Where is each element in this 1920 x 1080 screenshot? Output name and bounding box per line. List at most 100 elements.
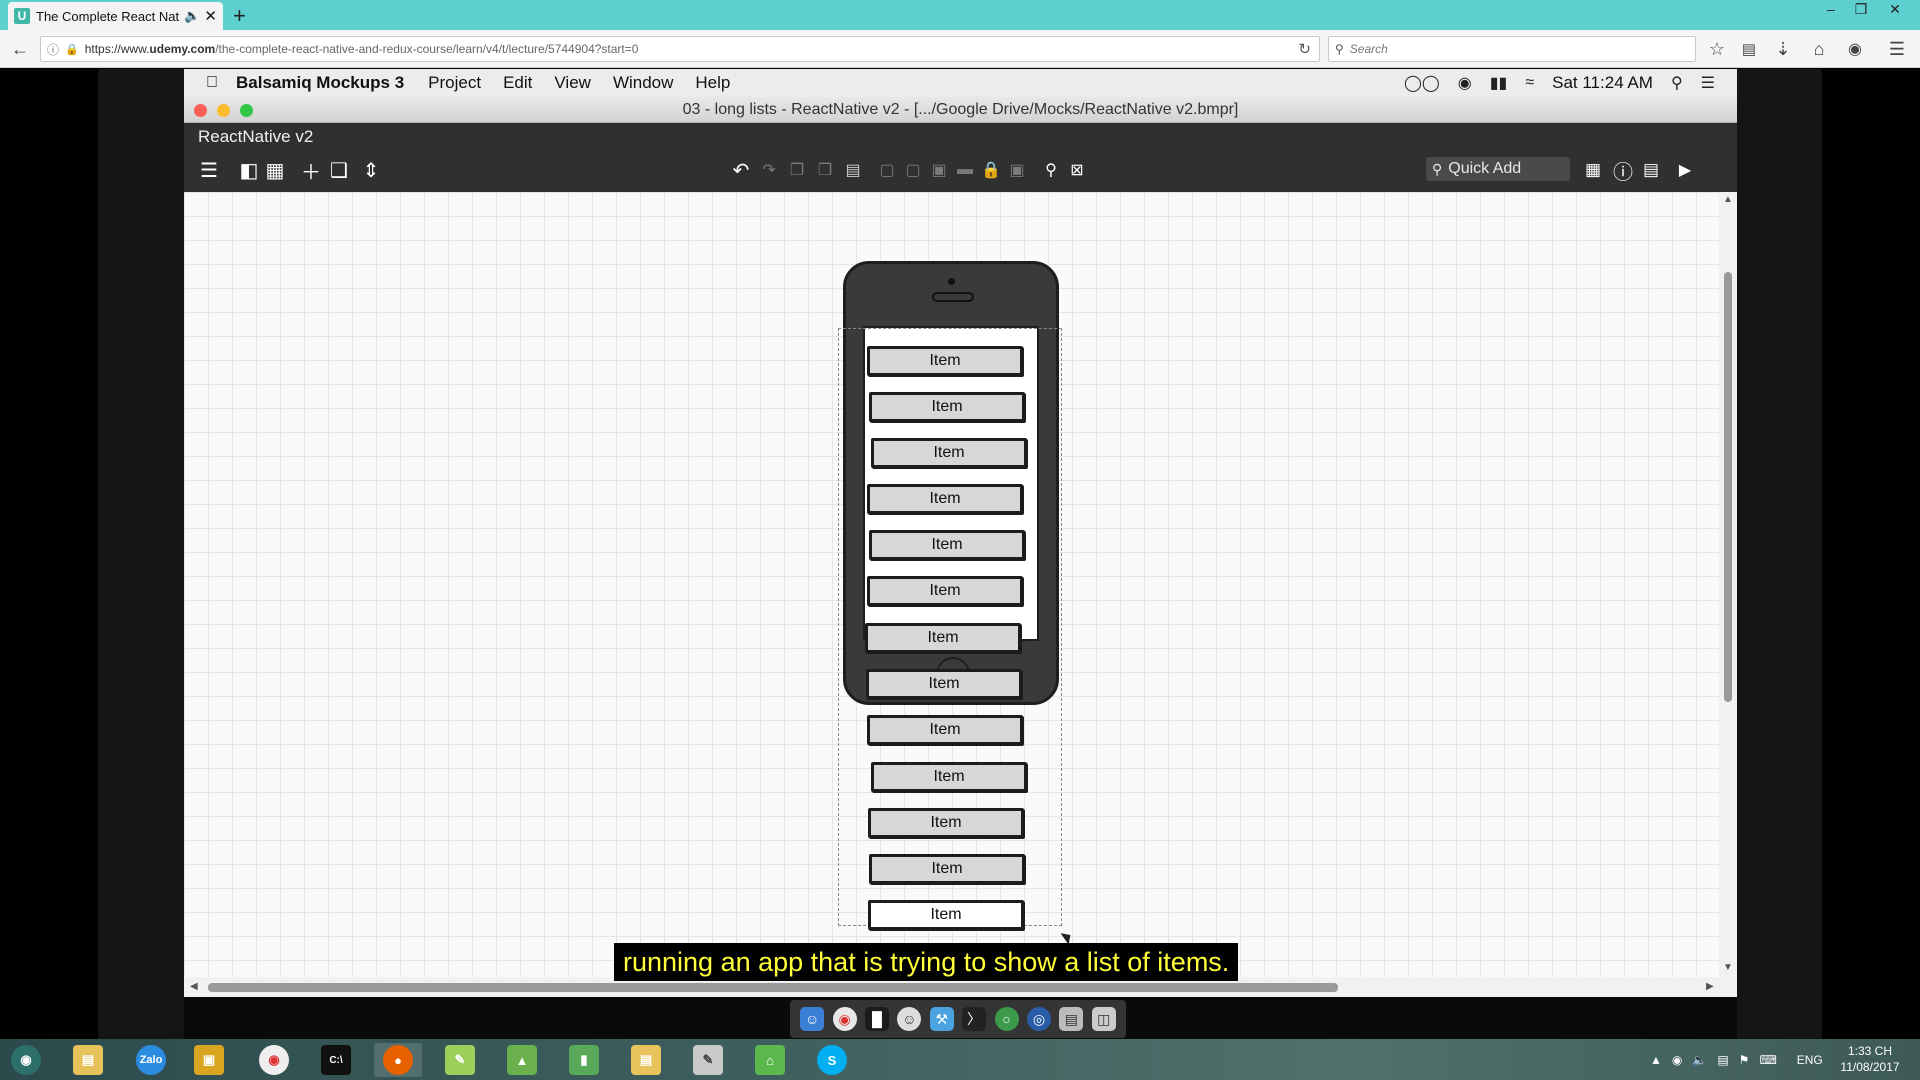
terminal-icon[interactable]: █	[864, 1007, 889, 1031]
list-item[interactable]: Item	[867, 576, 1023, 606]
menu-help[interactable]: Help	[695, 73, 730, 93]
horizontal-scroll-thumb[interactable]	[208, 983, 1338, 992]
app-icon[interactable]: ▮	[560, 1043, 608, 1077]
menu-edit[interactable]: Edit	[503, 73, 532, 93]
list-item[interactable]: Item	[868, 900, 1024, 930]
list-item[interactable]: Item	[871, 438, 1027, 468]
list-item[interactable]: Item	[867, 715, 1023, 745]
list-item[interactable]: Item	[869, 530, 1025, 560]
search-input[interactable]: ⚲ Search	[1328, 36, 1696, 62]
list-item[interactable]: Item	[868, 808, 1024, 838]
android-studio-icon[interactable]: ▲	[498, 1043, 546, 1077]
list-item[interactable]: Item	[866, 669, 1022, 699]
emoji-app-icon[interactable]: ☺	[897, 1007, 922, 1031]
house-app-icon[interactable]: ⌂	[746, 1043, 794, 1077]
record-icon[interactable]: ◉	[1458, 73, 1472, 93]
list-item[interactable]: Item	[867, 484, 1023, 514]
keyboard-icon[interactable]: ⌨	[1759, 1053, 1776, 1067]
restore-icon[interactable]: ❐	[1846, 0, 1876, 20]
list-item[interactable]: Item	[867, 346, 1023, 376]
menu-view[interactable]: View	[554, 73, 591, 93]
paste-icon[interactable]: ▤	[840, 157, 866, 183]
sort-icon[interactable]: ⇕	[358, 157, 384, 183]
vertical-scrollbar[interactable]: ▲ ▼	[1719, 192, 1737, 977]
fit-icon[interactable]: ⊠	[1064, 157, 1090, 183]
firefox-icon[interactable]: ●	[374, 1043, 422, 1077]
tab-audio-icon[interactable]: 🔈	[184, 8, 200, 24]
minimize-window-icon[interactable]	[217, 104, 230, 117]
list-item[interactable]: Item	[869, 854, 1025, 884]
tray-network-icon[interactable]: ▤	[1717, 1053, 1728, 1067]
vertical-scroll-thumb[interactable]	[1724, 272, 1732, 702]
menu-project[interactable]: Project	[428, 73, 481, 93]
file-explorer-icon[interactable]: ▤	[64, 1043, 112, 1077]
windows-start-icon[interactable]: ◉	[2, 1043, 50, 1077]
flag-icon[interactable]: ⚑	[1739, 1053, 1750, 1067]
lock-element-icon[interactable]: 🔒	[978, 157, 1004, 183]
zoom-window-icon[interactable]	[240, 104, 253, 117]
list-item[interactable]: Item	[871, 762, 1027, 792]
outlook-icon[interactable]: ▣	[185, 1043, 233, 1077]
spotlight-search-icon[interactable]: ⚲	[1671, 73, 1683, 93]
zoom-search-icon[interactable]: ⚲	[1038, 157, 1064, 183]
ungroup-icon[interactable]: ▢	[900, 157, 926, 183]
bookmark-star-icon[interactable]: ☆	[1704, 36, 1730, 62]
group-icon[interactable]: ▢	[874, 157, 900, 183]
app-name[interactable]: Balsamiq Mockups 3	[236, 73, 404, 93]
add-icon[interactable]: ＋	[298, 157, 324, 184]
chrome-taskbar-icon[interactable]: ◉	[250, 1043, 298, 1077]
scroll-up-icon[interactable]: ▲	[1723, 194, 1733, 205]
presentation-icon[interactable]: ▶	[1672, 157, 1698, 183]
download-icon[interactable]: ⇣	[1770, 36, 1796, 62]
tray-expand-icon[interactable]: ▲	[1650, 1053, 1662, 1067]
main-menu-icon[interactable]: ☰	[196, 157, 222, 183]
browser-tab[interactable]: U The Complete React Nat 🔈 ✕	[8, 2, 223, 30]
volume-icon[interactable]: 🔈	[1692, 1053, 1707, 1067]
notes-icon[interactable]: ▤	[1638, 157, 1664, 183]
trash-icon[interactable]: ◫	[1091, 1007, 1116, 1031]
redo-icon[interactable]: ↷	[756, 157, 782, 183]
globe-icon[interactable]: ○	[994, 1007, 1019, 1031]
wifi-icon[interactable]: ≈	[1525, 74, 1534, 92]
minimize-icon[interactable]: –	[1816, 0, 1846, 20]
close-window-icon[interactable]	[194, 104, 207, 117]
media-library-icon[interactable]: ▦	[1580, 157, 1606, 183]
folder-icon[interactable]: ▤	[622, 1043, 670, 1077]
new-tab-button[interactable]: +	[233, 3, 246, 29]
cut-icon[interactable]: ❐	[812, 157, 838, 183]
tray-app-icon[interactable]: ◉	[1672, 1053, 1682, 1067]
mac-clock[interactable]: Sat 11:24 AM	[1552, 73, 1653, 93]
safari-icon[interactable]: ◎	[1026, 1007, 1051, 1031]
documents-icon[interactable]: ▤	[1059, 1007, 1084, 1031]
back-button[interactable]: ←	[7, 36, 33, 62]
apple-icon[interactable]: 	[206, 74, 218, 92]
info-panel-icon[interactable]: ⓘ	[1610, 157, 1636, 184]
align-icon[interactable]: ▬	[952, 157, 978, 183]
scroll-down-icon[interactable]: ▼	[1723, 962, 1733, 973]
window-close-icon[interactable]: ✕	[1880, 0, 1910, 20]
battery-icon[interactable]: ▮▮	[1490, 73, 1508, 93]
duplicate-icon[interactable]: ❑	[326, 157, 352, 183]
info-icon[interactable]: ⓘ	[47, 41, 59, 58]
notification-center-icon[interactable]: ☰	[1701, 73, 1715, 93]
chrome-icon[interactable]: ◉	[832, 1007, 857, 1031]
scroll-left-icon[interactable]: ◀	[190, 981, 198, 992]
menu-window[interactable]: Window	[613, 73, 673, 93]
console-icon[interactable]: 〉	[962, 1007, 987, 1031]
language-indicator[interactable]: ENG	[1797, 1053, 1823, 1067]
hamburger-menu-icon[interactable]: ☰	[1884, 36, 1910, 62]
glasses-icon[interactable]: ◯◯	[1404, 73, 1440, 93]
finder-icon[interactable]: ☺	[800, 1007, 825, 1031]
home-icon[interactable]: ⌂	[1806, 36, 1832, 62]
pocket-icon[interactable]: ◉	[1842, 36, 1868, 62]
delete-icon[interactable]: ▣	[1004, 157, 1030, 183]
xcode-icon[interactable]: ⚒	[929, 1007, 954, 1031]
tab-close-icon[interactable]: ✕	[204, 7, 217, 25]
list-item[interactable]: Item	[865, 623, 1021, 653]
notepad-icon[interactable]: ✎	[436, 1043, 484, 1077]
cmd-icon[interactable]: C:\	[312, 1043, 360, 1077]
list-item[interactable]: Item	[869, 392, 1025, 422]
reload-icon[interactable]: ↻	[1298, 40, 1311, 58]
quick-add-input[interactable]: ⚲ Quick Add	[1426, 157, 1570, 181]
skype-icon[interactable]: S	[808, 1043, 856, 1077]
